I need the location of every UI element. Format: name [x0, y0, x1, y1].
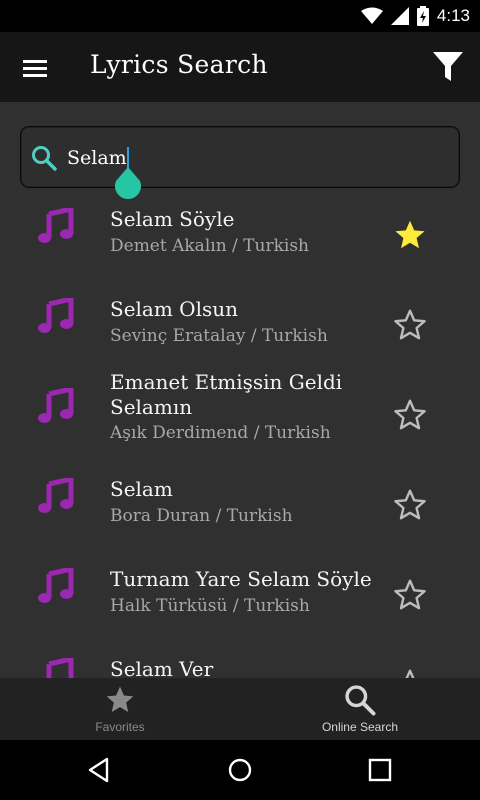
- list-item[interactable]: Selam Bora Duran / Turkish: [0, 460, 480, 550]
- song-title: Turnam Yare Selam Söyle: [110, 567, 372, 591]
- music-note-icon: [38, 568, 74, 603]
- star-filled-icon[interactable]: [392, 217, 428, 253]
- search-icon: [345, 685, 376, 716]
- search-box[interactable]: [20, 126, 460, 199]
- song-title-line2: Selamın: [110, 395, 193, 419]
- song-title: Selam: [110, 477, 173, 501]
- hamburger-menu-icon[interactable]: [20, 54, 50, 82]
- music-note-icon: [38, 478, 74, 513]
- list-item[interactable]: Turnam Yare Selam Söyle Halk Türküsü / Tu…: [0, 550, 480, 640]
- wifi-icon: [360, 7, 383, 24]
- star-outline-icon[interactable]: [392, 577, 428, 613]
- list-item[interactable]: Selam Ver: [0, 640, 480, 678]
- status-bar: 4:13: [0, 0, 480, 32]
- song-artist-language: Aşık Derdimend / Turkish: [110, 423, 331, 443]
- status-icons: 4:13: [360, 4, 470, 28]
- recents-icon[interactable]: [366, 756, 394, 784]
- app-bar: Lyrics Search: [0, 32, 480, 102]
- star-outline-icon[interactable]: [392, 667, 428, 678]
- star-outline-icon[interactable]: [392, 397, 428, 433]
- tab-favorites-label: Favorites: [95, 720, 145, 734]
- song-title: Selam Olsun: [110, 297, 238, 321]
- navigation-bar: [0, 740, 480, 800]
- back-icon[interactable]: [85, 756, 113, 784]
- cellular-icon: [390, 7, 409, 25]
- status-time: 4:13: [436, 6, 470, 25]
- results-list[interactable]: Selam Söyle Demet Akalın / Turkish Selam O…: [0, 190, 480, 678]
- song-artist-language: Bora Duran / Turkish: [110, 506, 293, 526]
- battery-charging-icon: [416, 6, 429, 26]
- song-artist-language: Demet Akalın / Turkish: [110, 236, 310, 256]
- song-title: Selam Ver: [110, 657, 214, 678]
- list-item[interactable]: Emanet Etmişsin Geldi Selamın Aşık Derdime…: [0, 370, 480, 460]
- search-icon: [32, 146, 57, 171]
- bottom-tabs: Favorites Online Search: [0, 678, 480, 740]
- music-note-icon: [38, 298, 74, 333]
- song-title: Selam Söyle: [110, 207, 235, 231]
- page-title: Lyrics Search: [90, 50, 268, 79]
- home-icon[interactable]: [226, 756, 254, 784]
- list-item[interactable]: Selam Söyle Demet Akalın / Turkish: [0, 190, 480, 280]
- song-artist-language: Halk Türküsü / Turkish: [110, 596, 310, 616]
- tab-favorites[interactable]: Favorites: [0, 678, 240, 740]
- star-icon: [106, 686, 134, 712]
- tab-online-search[interactable]: Online Search: [240, 678, 480, 740]
- song-title: Emanet Etmişsin Geldi: [110, 370, 343, 394]
- list-item[interactable]: Selam Olsun Sevinç Eratalay / Turkish: [0, 280, 480, 370]
- star-outline-icon[interactable]: [392, 487, 428, 523]
- music-note-icon: [38, 208, 74, 243]
- song-artist-language: Sevinç Eratalay / Turkish: [110, 326, 328, 346]
- filter-icon[interactable]: [432, 50, 464, 84]
- star-outline-icon[interactable]: [392, 307, 428, 343]
- tab-online-search-label: Online Search: [321, 720, 399, 734]
- music-note-icon: [38, 388, 74, 423]
- music-note-icon: [46, 658, 74, 678]
